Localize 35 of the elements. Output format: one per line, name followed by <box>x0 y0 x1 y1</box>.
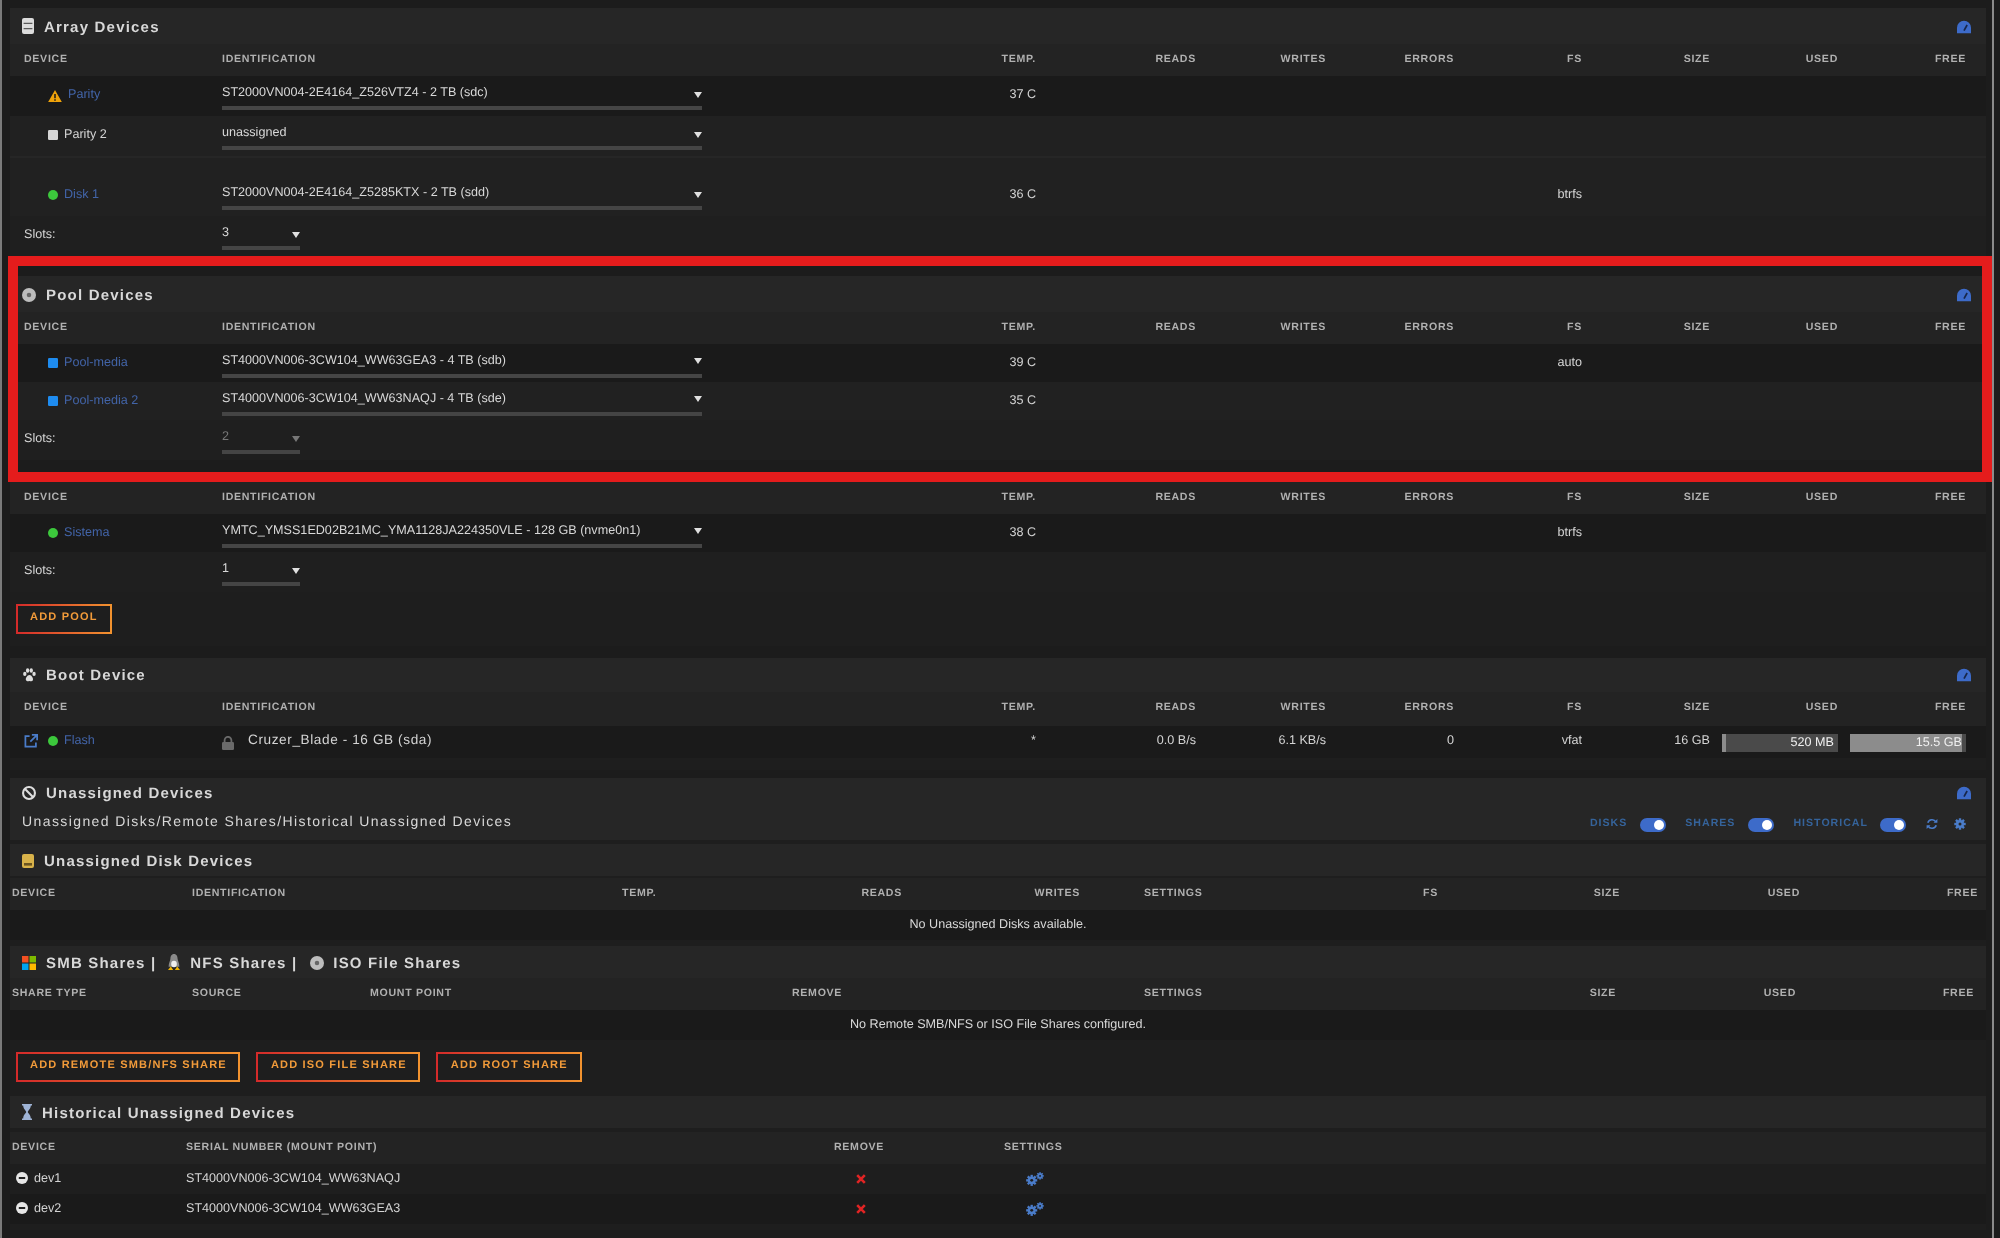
penguin-icon <box>168 954 181 970</box>
refresh-icon[interactable] <box>1926 818 1938 830</box>
caret-icon <box>694 131 702 137</box>
minus-circle-icon <box>16 1202 28 1215</box>
disc-icon <box>309 955 324 969</box>
disc-icon <box>22 287 36 301</box>
caret-icon <box>292 435 300 441</box>
gauge-icon[interactable] <box>1956 786 1972 800</box>
drive-icon <box>22 853 34 867</box>
external-link-icon[interactable] <box>24 734 38 749</box>
caret-icon <box>694 396 702 402</box>
settings-icon[interactable] <box>1026 1172 1044 1186</box>
caret-icon <box>292 567 300 573</box>
cross-icon[interactable] <box>856 1204 866 1214</box>
four-squares-icon <box>22 955 36 969</box>
caret-icon <box>292 231 300 237</box>
caret-icon <box>694 528 702 534</box>
lock-icon <box>222 735 234 749</box>
gauge-icon[interactable] <box>1956 668 1972 682</box>
paw-icon <box>22 668 36 682</box>
cross-icon[interactable] <box>856 1174 866 1184</box>
slashed-circle-icon <box>22 786 36 800</box>
gauge-icon[interactable] <box>1956 287 1972 301</box>
toggle-switch[interactable] <box>1880 817 1906 831</box>
caret-icon <box>694 358 702 364</box>
minus-circle-icon <box>16 1172 28 1185</box>
settings-icon[interactable] <box>1026 1202 1044 1216</box>
caret-icon <box>694 91 702 97</box>
gauge-icon[interactable] <box>1956 19 1972 33</box>
toggle-switch[interactable] <box>1639 817 1666 831</box>
hourglass-icon <box>22 1104 32 1120</box>
caret-icon <box>694 191 702 197</box>
drive-stack-icon <box>22 18 34 34</box>
settings-icon[interactable] <box>1954 818 1966 830</box>
toggle-switch[interactable] <box>1747 817 1774 831</box>
